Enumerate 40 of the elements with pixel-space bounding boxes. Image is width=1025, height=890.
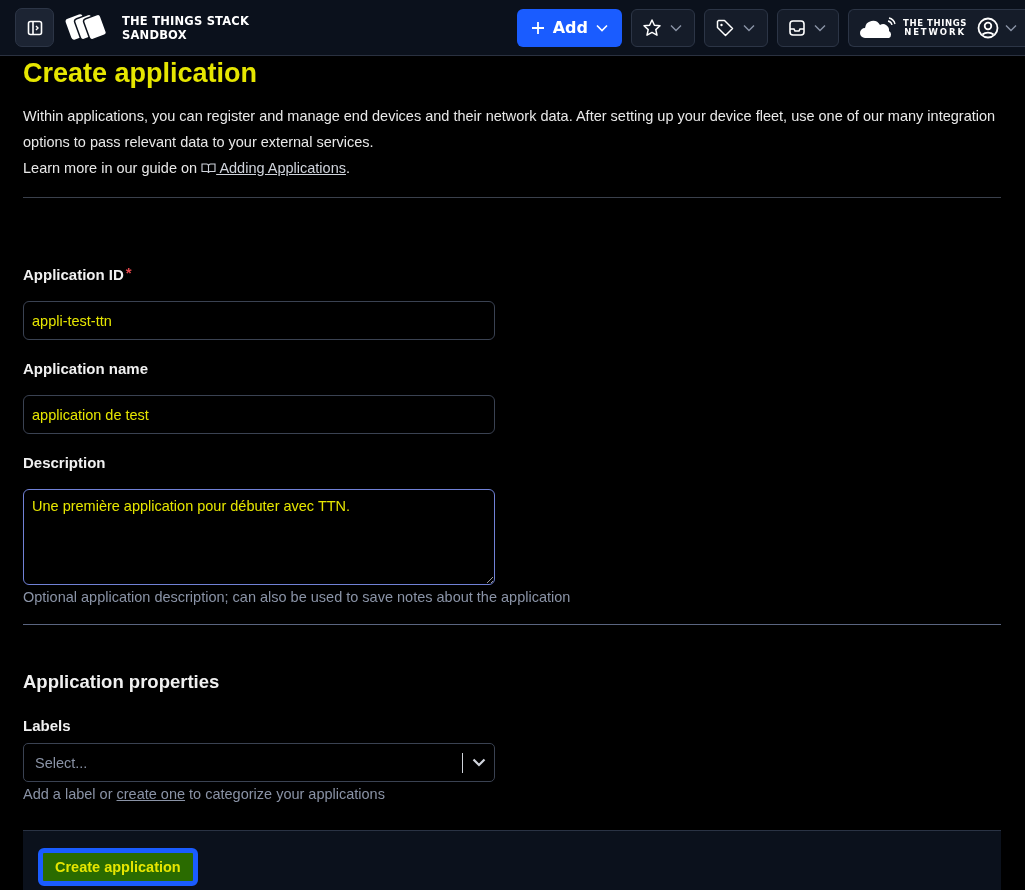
description-field[interactable]: Une première application pour débuter avec TTN. [23,489,495,585]
section-title: Application properties [23,671,221,693]
sidebar-toggle-button[interactable] [15,8,54,47]
inbox-icon [788,18,807,37]
plus-icon [530,20,545,35]
guide-text: Learn more in our guide on Adding Applications. [23,159,351,178]
text-field[interactable]: application de test [23,395,495,434]
create-application-button[interactable]: Create application [38,848,198,886]
chevron-down-icon [743,23,756,32]
star-icon [642,17,663,38]
chevron-down-icon [670,23,683,32]
intro-text: Within applications, you can register and manage end devices and their network data. After setting up your device fleet, use one of our many integration options to pass relevant data to your external services. [23,107,997,152]
guide-link[interactable]: Adding Applications [201,160,346,176]
product-edition: SANDBOX [122,27,188,42]
create-label-link[interactable]: create one [116,786,186,802]
field-label: Application ID [23,266,124,283]
text-field[interactable]: appli-test-ttn [23,301,495,340]
field-hint: Optional application description; can also be used to save notes about the application [23,589,572,605]
field-label: Application name [23,360,149,377]
cloud-icon [859,16,898,39]
required-mark: * [125,266,132,280]
chevron-down-icon [1005,23,1017,32]
field-label: Labels [23,717,72,734]
tag-icon [715,17,736,38]
chevron-down-icon [596,23,609,32]
product-name: THE THINGS STACK [122,13,250,28]
account-dropdown[interactable]: THE THINGS NETWORK [848,8,1025,47]
bookmarks-dropdown[interactable] [631,8,696,47]
sidebar-icon [26,19,43,36]
user-icon [977,16,999,39]
labels-hint: Add a label or create one to categorize your applications [23,786,386,802]
field-label: Description [23,454,106,471]
labels-select[interactable]: Select... [23,743,495,782]
add-button[interactable]: Add [516,8,623,47]
book-icon [201,162,217,174]
page-title: Create application [23,58,259,89]
chevron-down-icon [814,23,827,32]
chevron-down-icon [472,758,486,767]
inbox-dropdown[interactable] [777,8,840,47]
tags-dropdown[interactable] [704,8,769,47]
